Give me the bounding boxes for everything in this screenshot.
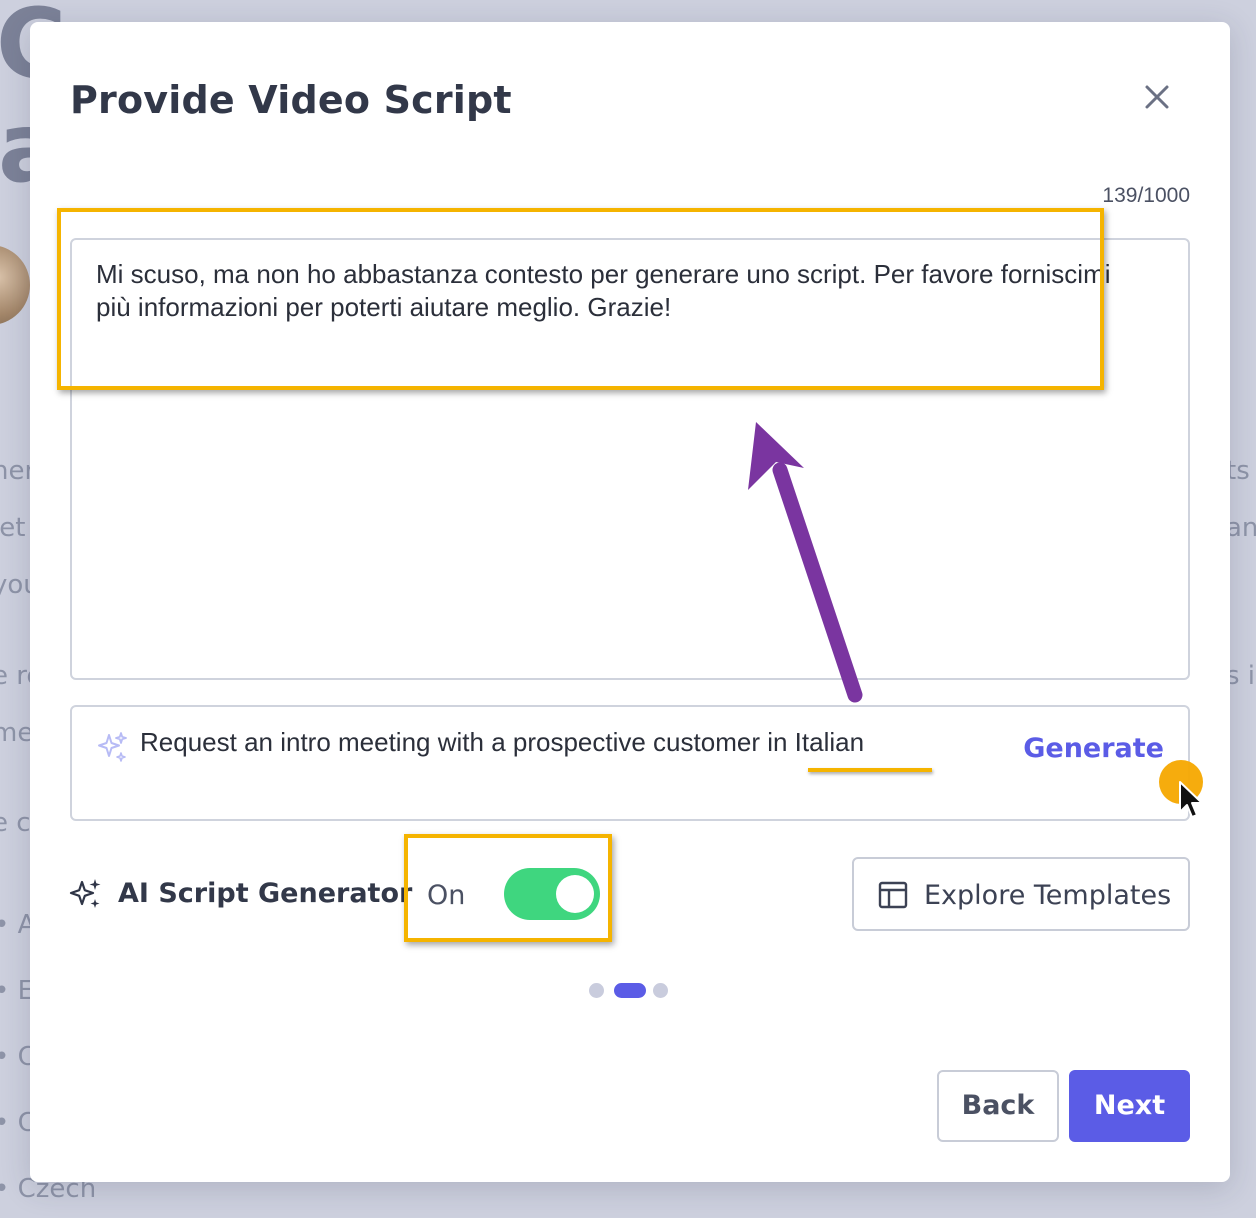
background-text-fragment: s i bbox=[1226, 661, 1256, 691]
step-indicator bbox=[589, 982, 671, 998]
explore-templates-button[interactable]: Explore Templates bbox=[852, 857, 1190, 931]
prompt-text: Request an intro meeting with a prospect… bbox=[140, 727, 865, 757]
generate-button[interactable]: Generate bbox=[1023, 733, 1164, 764]
close-icon bbox=[1145, 85, 1169, 109]
step-dot bbox=[589, 983, 604, 998]
ai-prompt-input[interactable]: Request an intro meeting with a prospect… bbox=[70, 705, 1190, 821]
modal-title: Provide Video Script bbox=[70, 78, 512, 122]
annotation-underline-italian bbox=[808, 768, 932, 772]
annotation-arrow bbox=[748, 422, 863, 703]
video-script-modal: Provide Video Script 139/1000 Mi scuso, … bbox=[30, 22, 1230, 1182]
background-text-fragment: an bbox=[1226, 513, 1256, 543]
annotation-highlight-toggle bbox=[404, 834, 612, 942]
close-button[interactable] bbox=[1142, 82, 1172, 112]
ai-script-generator-label: AI Script Generator bbox=[118, 878, 413, 909]
background-text-fragment: iet bbox=[0, 513, 26, 543]
explore-templates-label: Explore Templates bbox=[924, 880, 1172, 911]
background-text-fragment: me bbox=[0, 718, 34, 748]
annotation-highlight-script bbox=[57, 208, 1104, 390]
background-bullet: • E bbox=[0, 976, 35, 1006]
character-counter: 139/1000 bbox=[1102, 184, 1190, 207]
step-dot bbox=[653, 983, 668, 998]
sparkle-icon bbox=[69, 879, 101, 908]
sparkle-icon bbox=[98, 732, 127, 762]
background-avatar bbox=[0, 245, 30, 325]
step-dot-active bbox=[614, 983, 646, 998]
next-button[interactable]: Next bbox=[1069, 1070, 1190, 1142]
template-icon bbox=[878, 881, 908, 909]
back-button[interactable]: Back bbox=[937, 1070, 1059, 1142]
mouse-cursor-icon bbox=[1179, 781, 1203, 818]
